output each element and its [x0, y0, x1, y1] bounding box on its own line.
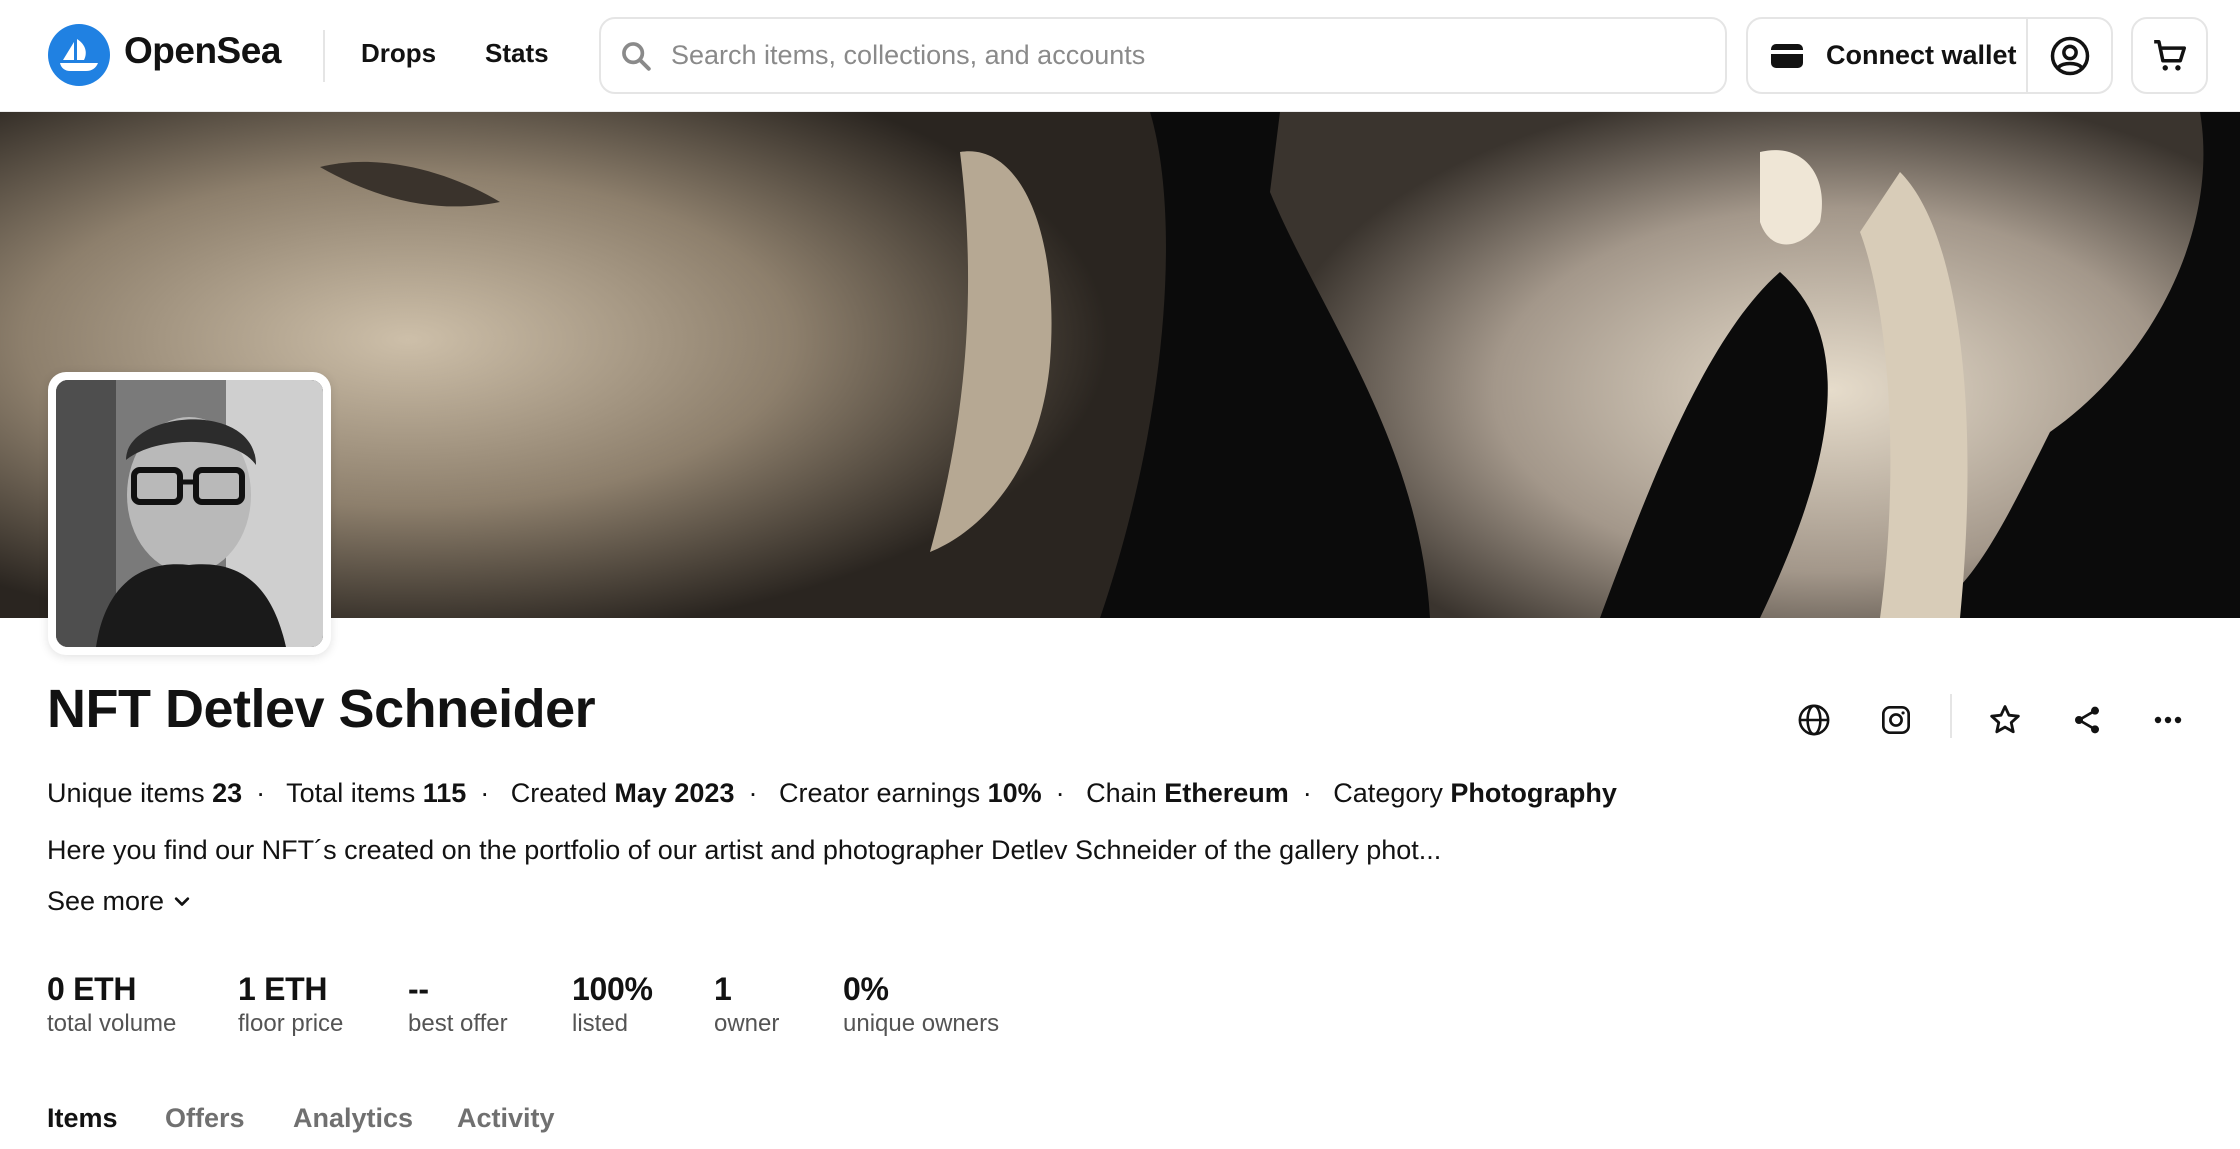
collection-banner — [0, 112, 2240, 618]
account-button[interactable] — [2028, 19, 2111, 92]
website-button[interactable] — [1794, 700, 1834, 740]
tab-activity[interactable]: Activity — [457, 1103, 555, 1134]
tab-offers[interactable]: Offers — [165, 1103, 245, 1134]
connect-wallet-label: Connect wallet — [1826, 40, 2017, 70]
meta-creator-earnings[interactable]: Creator earnings 10% — [779, 778, 1042, 808]
chevron-down-icon — [174, 896, 190, 906]
meta-total-items: Total items 115 — [286, 778, 467, 808]
search-icon — [622, 41, 651, 71]
nav-drops[interactable]: Drops — [361, 38, 436, 69]
actions-divider — [1950, 694, 1952, 738]
stat-floor-price[interactable]: 1 ETH floor price — [238, 970, 343, 1038]
avatar-image — [56, 380, 323, 647]
cart-button[interactable] — [2131, 17, 2208, 94]
instagram-button[interactable] — [1876, 700, 1916, 740]
stat-listed[interactable]: 100% listed — [572, 970, 653, 1038]
meta-created: Created May 2023 — [510, 778, 735, 808]
see-more-label: See more — [47, 886, 165, 916]
star-icon — [1990, 705, 2020, 734]
more-options-button[interactable] — [2148, 700, 2188, 740]
nav-stats[interactable]: Stats — [485, 38, 549, 69]
see-more-button[interactable]: See more — [47, 886, 192, 917]
opensea-logo-icon[interactable] — [48, 24, 110, 86]
tab-analytics[interactable]: Analytics — [293, 1103, 413, 1134]
wallet-group: Connect wallet — [1746, 17, 2113, 94]
search-input[interactable] — [671, 40, 1671, 71]
more-icon — [2154, 716, 2182, 724]
search-bar[interactable] — [599, 17, 1727, 94]
stat-owner[interactable]: 1 owner — [714, 970, 779, 1038]
meta-category[interactable]: Category Photography — [1333, 778, 1617, 808]
cart-icon — [2153, 39, 2186, 71]
collection-description: Here you find our NFT´s created on the p… — [47, 835, 1442, 865]
account-icon — [2050, 36, 2089, 75]
share-icon — [2075, 706, 2099, 734]
header-divider — [323, 30, 325, 82]
wallet-icon — [1771, 43, 1803, 68]
connect-wallet-button[interactable]: Connect wallet — [1748, 19, 2028, 92]
instagram-icon — [1882, 706, 1910, 734]
brand-name[interactable]: OpenSea — [124, 30, 281, 72]
stat-best-offer[interactable]: -- best offer — [408, 970, 508, 1038]
collection-title: NFT Detlev Schneider — [47, 679, 596, 739]
collection-avatar — [48, 372, 331, 655]
banner-image — [0, 112, 2240, 618]
stat-total-volume[interactable]: 0 ETH total volume — [47, 970, 176, 1038]
collection-meta: Unique items 23 · Total items 115 · Create… — [47, 778, 1617, 808]
stat-unique-owners[interactable]: 0% unique owners — [843, 970, 999, 1038]
favorite-button[interactable] — [1985, 700, 2025, 740]
meta-unique-items: Unique items 23 — [47, 778, 243, 808]
top-navbar: OpenSea Drops Stats Connect wallet — [0, 0, 2240, 112]
globe-icon — [1798, 704, 1830, 736]
share-button[interactable] — [2067, 700, 2107, 740]
tab-items[interactable]: Items — [47, 1103, 118, 1134]
meta-chain: Chain Ethereum — [1086, 778, 1289, 808]
